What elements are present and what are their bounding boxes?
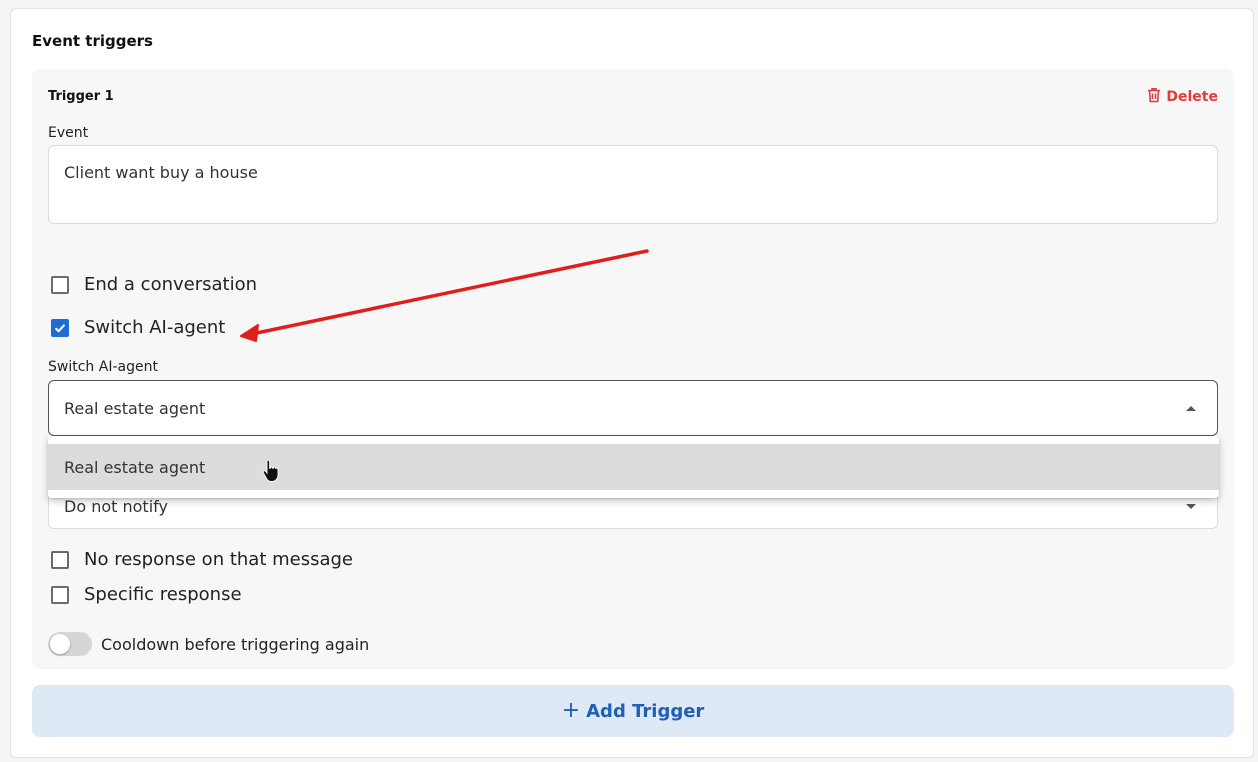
caret-up-icon bbox=[1186, 405, 1196, 411]
switch-agent-checkbox-label: Switch AI-agent bbox=[84, 317, 226, 338]
specific-response-option[interactable]: Specific response bbox=[51, 584, 242, 605]
no-response-option[interactable]: No response on that message bbox=[51, 549, 353, 570]
switch-agent-selected-value: Real estate agent bbox=[64, 398, 206, 418]
section-title: Event triggers bbox=[32, 32, 153, 50]
switch-agent-field-label: Switch AI-agent bbox=[48, 359, 158, 375]
notify-selected-value: Do not notify bbox=[64, 496, 168, 516]
end-conversation-checkbox[interactable] bbox=[51, 275, 69, 294]
end-conversation-label: End a conversation bbox=[84, 274, 258, 295]
dropdown-option-real-estate-agent[interactable]: Real estate agent bbox=[48, 444, 1219, 490]
cooldown-toggle[interactable] bbox=[48, 632, 92, 656]
no-response-label: No response on that message bbox=[84, 549, 353, 570]
specific-response-label: Specific response bbox=[84, 584, 242, 605]
toggle-knob bbox=[50, 634, 70, 654]
switch-agent-dropdown-menu: Real estate agent bbox=[48, 436, 1219, 498]
checkmark-icon bbox=[54, 323, 66, 333]
switch-agent-select[interactable]: Real estate agent bbox=[48, 380, 1218, 436]
hand-cursor-icon bbox=[262, 460, 279, 482]
end-conversation-option[interactable]: End a conversation bbox=[51, 274, 257, 295]
plus-icon: + bbox=[561, 698, 581, 723]
event-label: Event bbox=[48, 125, 89, 141]
switch-agent-checkbox[interactable] bbox=[51, 318, 69, 337]
specific-response-checkbox[interactable] bbox=[51, 585, 69, 604]
cooldown-label: Cooldown before triggering again bbox=[101, 634, 370, 654]
event-triggers-panel: Event triggers Trigger 1 Delete Event Cl… bbox=[10, 8, 1254, 758]
caret-down-icon bbox=[1186, 503, 1196, 509]
event-textarea[interactable]: Client want buy a house bbox=[48, 145, 1218, 224]
no-response-checkbox[interactable] bbox=[51, 550, 69, 569]
delete-trigger-button[interactable]: Delete bbox=[1147, 87, 1218, 107]
trigger-title: Trigger 1 bbox=[48, 89, 114, 104]
delete-label: Delete bbox=[1166, 89, 1218, 105]
add-trigger-label: Add Trigger bbox=[586, 700, 705, 722]
add-trigger-button[interactable]: + Add Trigger bbox=[32, 685, 1234, 737]
trash-icon bbox=[1147, 87, 1161, 107]
cooldown-option[interactable]: Cooldown before triggering again bbox=[48, 632, 369, 656]
switch-agent-option[interactable]: Switch AI-agent bbox=[51, 317, 225, 338]
trigger-card: Trigger 1 Delete Event Client want buy a… bbox=[32, 69, 1234, 669]
